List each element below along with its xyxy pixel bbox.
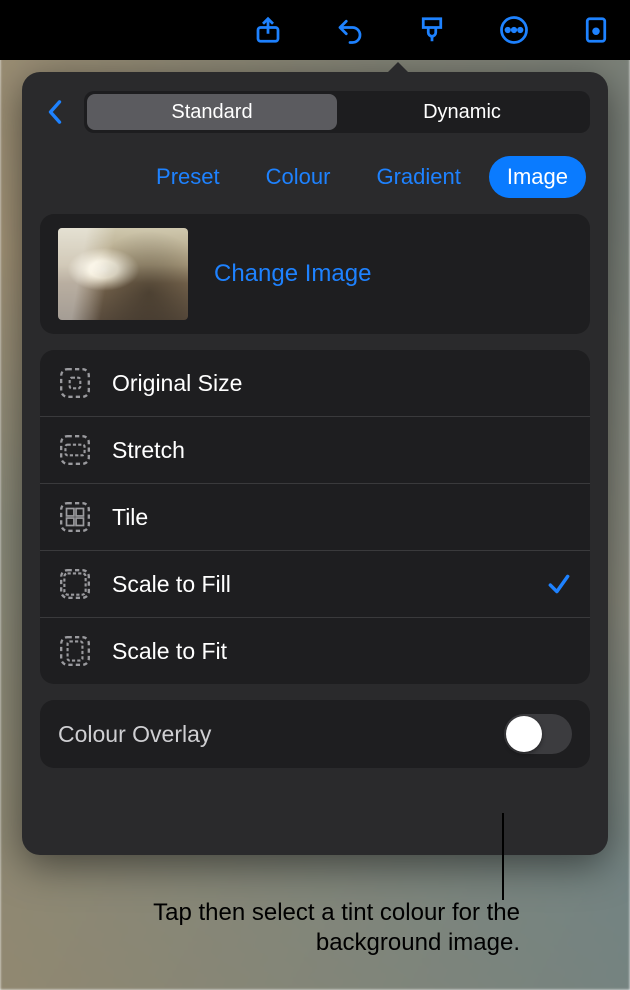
image-thumbnail xyxy=(58,228,188,320)
background-fill-tabs: Preset Colour Gradient Image xyxy=(40,156,590,198)
segment-dynamic[interactable]: Dynamic xyxy=(337,94,587,130)
tab-colour[interactable]: Colour xyxy=(248,156,349,198)
original-size-icon xyxy=(58,366,92,400)
image-preview-card: Change Image xyxy=(40,214,590,334)
option-label: Original Size xyxy=(112,370,572,397)
more-icon[interactable] xyxy=(494,10,534,50)
option-label: Tile xyxy=(112,504,572,531)
format-brush-icon[interactable] xyxy=(412,10,452,50)
format-popover: Standard Dynamic Preset Colour Gradient … xyxy=(22,72,608,855)
stretch-icon xyxy=(58,433,92,467)
colour-overlay-row: Colour Overlay xyxy=(40,700,590,768)
undo-icon[interactable] xyxy=(330,10,370,50)
option-label: Stretch xyxy=(112,437,572,464)
top-toolbar xyxy=(0,0,630,60)
scale-to-fit-icon xyxy=(58,634,92,668)
checkmark-icon xyxy=(546,571,572,597)
scale-options-list: Original Size Stretch Tile Scale to Fill… xyxy=(40,350,590,684)
tab-preset[interactable]: Preset xyxy=(138,156,238,198)
tab-image[interactable]: Image xyxy=(489,156,586,198)
document-options-icon[interactable] xyxy=(576,10,616,50)
option-label: Scale to Fill xyxy=(112,571,526,598)
segment-standard[interactable]: Standard xyxy=(87,94,337,130)
callout-leader-line xyxy=(502,813,504,900)
option-scale-to-fill[interactable]: Scale to Fill xyxy=(40,551,590,618)
tile-icon xyxy=(58,500,92,534)
callout-text: Tap then select a tint colour for the ba… xyxy=(80,898,520,958)
option-scale-to-fit[interactable]: Scale to Fit xyxy=(40,618,590,684)
option-stretch[interactable]: Stretch xyxy=(40,417,590,484)
colour-overlay-label: Colour Overlay xyxy=(58,721,211,748)
option-label: Scale to Fit xyxy=(112,638,572,665)
back-button[interactable] xyxy=(40,90,70,134)
colour-overlay-toggle[interactable] xyxy=(504,714,572,754)
option-tile[interactable]: Tile xyxy=(40,484,590,551)
scale-to-fill-icon xyxy=(58,567,92,601)
tab-gradient[interactable]: Gradient xyxy=(358,156,478,198)
share-icon[interactable] xyxy=(248,10,288,50)
background-type-segmented: Standard Dynamic xyxy=(84,91,590,133)
option-original-size[interactable]: Original Size xyxy=(40,350,590,417)
change-image-button[interactable]: Change Image xyxy=(214,260,371,288)
